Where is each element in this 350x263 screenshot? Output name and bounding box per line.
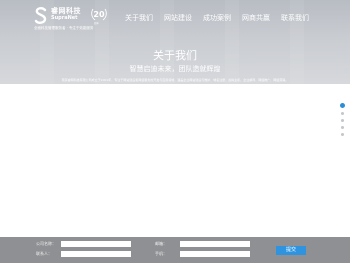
pager-dot[interactable] [340, 119, 344, 122]
company-name-label: 公司名称： [36, 241, 56, 246]
pager-dot[interactable] [340, 112, 344, 115]
contact-person-label: 联系人： [36, 251, 52, 256]
site-logo[interactable]: 睿网科技 SupraNet 20 周年 全面科技管理服务者 · 专注于效能服务 [34, 6, 114, 32]
anniversary-label: 周年 [94, 22, 100, 25]
nav-item-cases[interactable]: 成功案例 [203, 13, 231, 23]
nav-item-about[interactable]: 关于我们 [125, 13, 153, 23]
company-description: 南京睿网科技有限公司成立于2001年，专注于网站建设和网络服务的开发与应用领域，… [61, 78, 289, 82]
company-name-input[interactable] [61, 241, 131, 247]
section-pager [339, 103, 345, 140]
contact-person-input[interactable] [61, 251, 131, 257]
pager-dot[interactable] [339, 103, 345, 108]
anniversary-number: 20 [93, 10, 105, 19]
pager-dot[interactable] [340, 133, 344, 136]
logo-slogan: 全面科技管理服务者 · 专注于效能服务 [34, 26, 94, 30]
phone-label: 手机： [155, 251, 167, 256]
pager-dot[interactable] [340, 126, 344, 129]
contact-form: 公司名称： 邮箱： 联系人： 手机： 提交 [0, 237, 350, 263]
nav-item-partnership[interactable]: 网商共赢 [242, 13, 270, 23]
logo-s-icon [34, 7, 47, 24]
page-subtitle: 智慧启迪未来，团队造就辉煌 [129, 65, 221, 73]
email-label: 邮箱： [155, 241, 167, 246]
nav-item-web-design[interactable]: 网站建设 [164, 13, 192, 23]
submit-button[interactable]: 提交 [276, 246, 306, 255]
email-input[interactable] [180, 241, 250, 247]
anniversary-badge-icon: 20 [91, 8, 107, 21]
logo-english-name: SupraNet [51, 15, 78, 21]
phone-input[interactable] [180, 251, 250, 257]
nav-item-contact[interactable]: 联系我们 [281, 13, 309, 23]
site-header: 睿网科技 SupraNet 20 周年 全面科技管理服务者 · 专注于效能服务 … [0, 0, 350, 34]
page-title: 关于我们 [153, 49, 197, 62]
hero-banner: 睿网科技 SupraNet 20 周年 全面科技管理服务者 · 专注于效能服务 … [0, 0, 350, 84]
